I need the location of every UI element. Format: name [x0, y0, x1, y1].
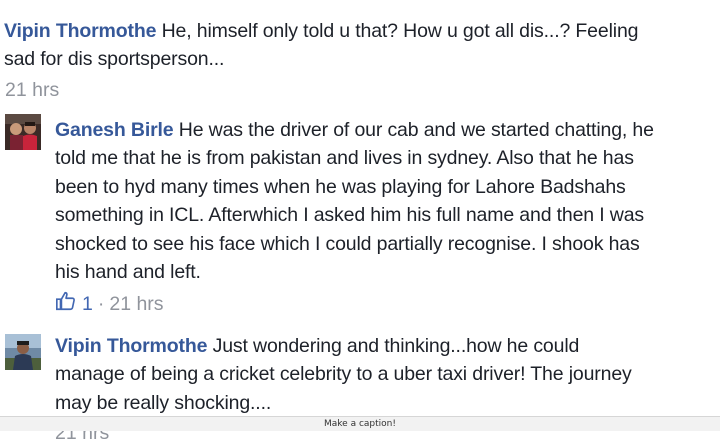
comment-text-line: been to hyd many times when he was playi…	[55, 175, 626, 198]
comment-timestamp[interactable]: 21 hrs	[109, 292, 163, 316]
comment-text-line: his hand and left.	[55, 261, 201, 284]
comment-meta: 1 · 21 hrs	[55, 290, 164, 318]
comment-text-line: told me that he is from pakistan and liv…	[55, 147, 634, 170]
comment-text-line: sad for dis sportsperson...	[4, 48, 225, 71]
like-count[interactable]: 1	[82, 292, 93, 316]
comment-text-line: may be really shocking....	[55, 391, 272, 414]
comment-author-link[interactable]: Vipin Thormothe	[4, 20, 156, 42]
make-caption-bar[interactable]: Make a caption!	[0, 416, 720, 431]
comment-meta: 21 hrs	[5, 78, 59, 102]
comment-timestamp[interactable]: 21 hrs	[5, 79, 59, 101]
comment-text-line: manage of being a cricket celebrity to a…	[55, 363, 632, 386]
avatar[interactable]	[5, 114, 41, 150]
comment-text-line: something in ICL. Afterwhich I asked him…	[55, 204, 645, 227]
comment-body: Vipin Thormothe Just wondering and think…	[55, 332, 632, 417]
comment-body: Vipin Thormothe He, himself only told u …	[4, 17, 638, 74]
thumbs-up-icon[interactable]	[55, 290, 82, 318]
comment-text-line: He, himself only told u that? How u got …	[161, 20, 639, 42]
meta-separator: ·	[97, 293, 105, 315]
comment-author-link[interactable]: Ganesh Birle	[55, 119, 174, 141]
comment-text-line: Just wondering and thinking...how he cou…	[212, 335, 580, 357]
comment-text-line: shocked to see his face which I could pa…	[55, 232, 640, 255]
comment-body: Ganesh Birle He was the driver of our ca…	[55, 116, 654, 286]
comment-author-link[interactable]: Vipin Thormothe	[55, 335, 207, 357]
comment-text-line: He was the driver of our cab and we star…	[178, 119, 654, 141]
avatar[interactable]	[5, 334, 41, 370]
make-caption-label[interactable]: Make a caption!	[324, 419, 396, 429]
